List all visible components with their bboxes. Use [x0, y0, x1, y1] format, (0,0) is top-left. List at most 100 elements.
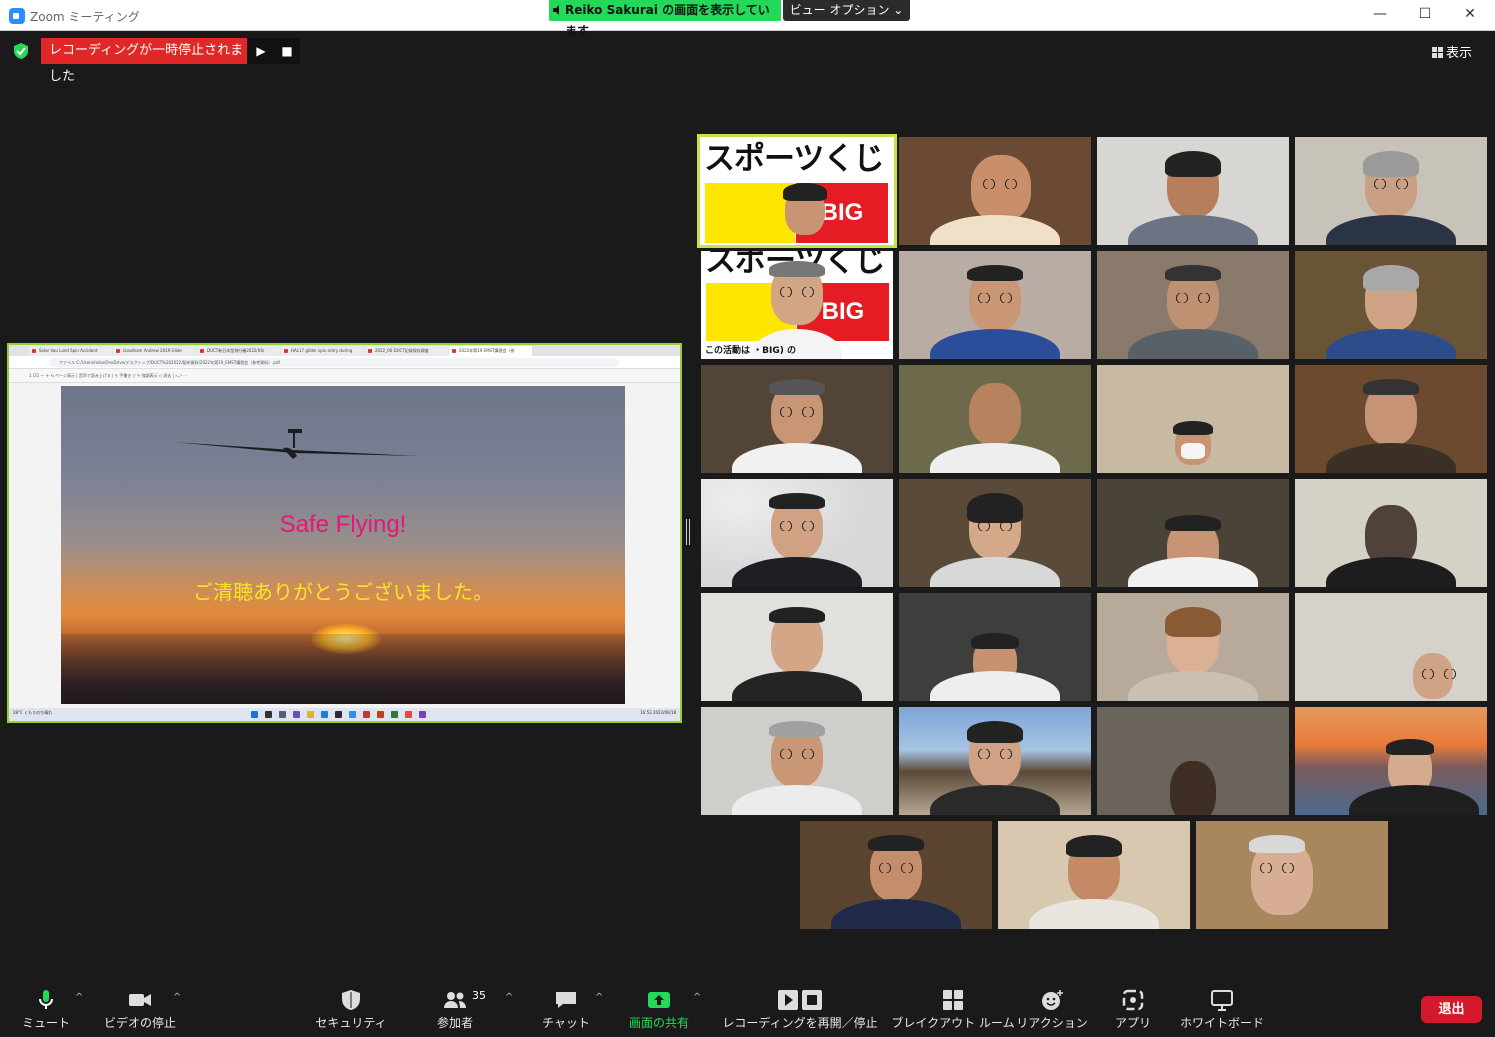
participant-hair — [769, 721, 825, 737]
participant-tile[interactable] — [1097, 707, 1289, 815]
participant-tile[interactable] — [800, 821, 992, 929]
audio-options-caret[interactable]: ^ — [75, 992, 83, 1003]
participant-hair — [769, 379, 825, 395]
participant-body — [1349, 785, 1480, 815]
shared-screen-view[interactable]: Solar Vau Land Spin Accident Goodham And… — [7, 343, 682, 723]
participant-tile[interactable] — [1295, 251, 1487, 359]
participant-hair — [783, 183, 827, 201]
powerpoint-icon[interactable] — [377, 711, 384, 718]
chrome-icon[interactable] — [405, 711, 412, 718]
participant-tile[interactable] — [1097, 137, 1289, 245]
share-options-caret[interactable]: ^ — [693, 992, 701, 1003]
participant-body — [930, 443, 1060, 473]
browser-tab[interactable]: Solar Vau Land Spin Accident — [29, 346, 112, 356]
participant-body — [1029, 899, 1159, 929]
windows-taskbar: 28°C くもりのち晴れ 16:53 2022/06/18 — [9, 708, 680, 721]
start-icon[interactable] — [251, 711, 258, 718]
participant-tile[interactable] — [998, 821, 1190, 929]
leave-meeting-button[interactable]: 退出 — [1421, 996, 1482, 1023]
minimize-button[interactable]: — — [1370, 6, 1390, 22]
window-title: Zoom ミーティング — [30, 10, 140, 24]
participant-tile[interactable] — [1295, 479, 1487, 587]
excel-icon[interactable] — [391, 711, 398, 718]
view-button[interactable]: 表示 — [1432, 42, 1472, 61]
participant-tile[interactable] — [1097, 479, 1289, 587]
participant-tile[interactable] — [701, 593, 893, 701]
app-icon-2[interactable] — [419, 711, 426, 718]
participant-tile[interactable] — [1295, 593, 1487, 701]
whiteboard-button[interactable]: ホワイトボード — [1180, 980, 1264, 1037]
view-button-label: 表示 — [1446, 46, 1473, 61]
participant-tile[interactable] — [701, 479, 893, 587]
participant-tile[interactable] — [899, 137, 1091, 245]
glasses — [979, 179, 1021, 189]
panel-splitter[interactable] — [686, 519, 690, 545]
participant-tile[interactable] — [899, 593, 1091, 701]
browser-tab[interactable]: 2022_06 DUCT記録保存調査 — [365, 346, 448, 356]
breakout-rooms-button[interactable]: ブレイクアウト ルーム — [891, 980, 1015, 1037]
apps-button[interactable]: アプリ — [1108, 980, 1158, 1037]
participant-tile[interactable] — [1196, 821, 1388, 929]
taskview-icon[interactable] — [279, 711, 286, 718]
stop-video-button[interactable]: ビデオの停止 — [100, 980, 180, 1037]
reactions-button[interactable]: リアクション — [1016, 980, 1088, 1037]
chat-button[interactable]: チャット — [538, 980, 594, 1037]
app-icon[interactable] — [335, 711, 342, 718]
participant-face — [1170, 761, 1216, 815]
address-bar[interactable]: ファイル C:/Users/reiko/OneDrive/デスクトップ/DUCT… — [49, 358, 619, 367]
search-icon[interactable] — [265, 711, 272, 718]
browser-tab[interactable]: DUCT新日本型飛行機2022/06/ — [197, 346, 280, 356]
glasses — [776, 407, 818, 417]
participant-tile[interactable] — [1295, 707, 1487, 815]
smiley-icon — [1042, 990, 1063, 1010]
taskbar-clock: 16:53 2022/06/18 — [640, 710, 676, 715]
participant-tile-active-speaker[interactable]: スポーツくじ BIG — [697, 134, 897, 248]
recording-control-button[interactable]: レコーディングを再開／停止 — [722, 980, 878, 1037]
mute-button[interactable]: ミュート — [14, 980, 78, 1037]
edge-icon[interactable] — [321, 711, 328, 718]
participant-tile[interactable] — [701, 707, 893, 815]
share-screen-button[interactable]: 画面の共有 — [622, 980, 696, 1037]
share-screen-label: 画面の共有 — [628, 1016, 690, 1030]
participant-tile[interactable] — [899, 479, 1091, 587]
participant-body — [732, 785, 862, 815]
browser-address-row: ファイル C:/Users/reiko/OneDrive/デスクトップ/DUCT… — [9, 356, 680, 369]
explorer-icon[interactable] — [307, 711, 314, 718]
browser-tab-active[interactable]: 2022年第19 EMST講習会（参 — [449, 346, 532, 356]
participant-tile[interactable] — [899, 707, 1091, 815]
reactions-label: リアクション — [1016, 1016, 1088, 1030]
participant-tile[interactable] — [1097, 593, 1289, 701]
participant-body — [930, 329, 1060, 359]
participants-options-caret[interactable]: ^ — [505, 992, 513, 1003]
browser-tab[interactable]: HAL17 glider spin entry during — [281, 346, 364, 356]
view-options-button[interactable]: ビュー オプション ⌄ — [783, 0, 910, 21]
stop-recording-button[interactable]: ■ — [274, 38, 300, 64]
close-button[interactable]: ✕ — [1460, 6, 1480, 22]
participant-tile[interactable] — [701, 365, 893, 473]
participant-body — [1326, 215, 1456, 245]
participant-body — [930, 671, 1060, 701]
security-button[interactable]: セキュリティ — [315, 980, 387, 1037]
maximize-button[interactable]: ☐ — [1415, 6, 1435, 22]
participant-tile[interactable] — [899, 251, 1091, 359]
participant-tile[interactable] — [899, 365, 1091, 473]
zoom-app-icon[interactable] — [349, 711, 356, 718]
encryption-shield-icon[interactable] — [12, 42, 30, 60]
participant-tile[interactable] — [1295, 365, 1487, 473]
video-options-caret[interactable]: ^ — [173, 992, 181, 1003]
resume-recording-button[interactable]: ▶ — [248, 38, 274, 64]
participant-hair — [1165, 515, 1221, 531]
browser-tab[interactable]: Goodham Andrew 2019 Glide — [113, 346, 196, 356]
teams-icon[interactable] — [293, 711, 300, 718]
breakout-rooms-icon — [943, 990, 963, 1010]
participant-tile[interactable] — [1295, 137, 1487, 245]
shield-icon — [342, 990, 360, 1010]
participant-tile[interactable] — [1097, 365, 1289, 473]
apps-label: アプリ — [1114, 1016, 1152, 1030]
chat-options-caret[interactable]: ^ — [595, 992, 603, 1003]
chat-icon — [556, 992, 576, 1008]
participant-tile[interactable] — [1097, 251, 1289, 359]
participant-tile[interactable]: スポーツくじ BIG この活動は ・BIG) の — [701, 251, 893, 359]
acrobat-icon[interactable] — [363, 711, 370, 718]
participant-hair — [1363, 265, 1419, 291]
